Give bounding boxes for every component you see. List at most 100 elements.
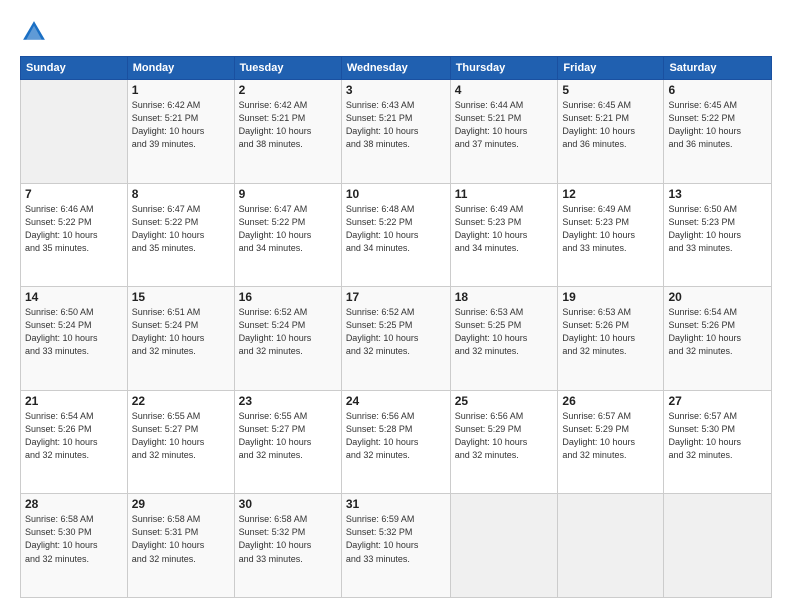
day-cell: 3 Sunrise: 6:43 AM Sunset: 5:21 PM Daylig…	[341, 80, 450, 184]
calendar-body: 1 Sunrise: 6:42 AM Sunset: 5:21 PM Daylig…	[21, 80, 772, 598]
day-cell: 1 Sunrise: 6:42 AM Sunset: 5:21 PM Daylig…	[127, 80, 234, 184]
day-number: 6	[668, 83, 767, 97]
day-number: 21	[25, 394, 123, 408]
header-day-thursday: Thursday	[450, 57, 558, 80]
day-number: 22	[132, 394, 230, 408]
day-cell: 6 Sunrise: 6:45 AM Sunset: 5:22 PM Daylig…	[664, 80, 772, 184]
day-cell: 20Sunrise: 6:54 AM Sunset: 5:26 PM Dayli…	[664, 287, 772, 391]
day-info: Sunrise: 6:57 AM Sunset: 5:30 PM Dayligh…	[668, 410, 767, 462]
day-number: 10	[346, 187, 446, 201]
header-day-sunday: Sunday	[21, 57, 128, 80]
day-number: 16	[239, 290, 337, 304]
day-cell: 16 Sunrise: 6:52 AM Sunset: 5:24 PM Dayli…	[234, 287, 341, 391]
day-cell: 7 Sunrise: 6:46 AM Sunset: 5:22 PM Daylig…	[21, 183, 128, 287]
header-day-tuesday: Tuesday	[234, 57, 341, 80]
day-number: 15	[132, 290, 230, 304]
day-cell	[450, 494, 558, 598]
header-day-monday: Monday	[127, 57, 234, 80]
day-cell: 2 Sunrise: 6:42 AM Sunset: 5:21 PM Daylig…	[234, 80, 341, 184]
day-info: Sunrise: 6:58 AM Sunset: 5:32 PM Dayligh…	[239, 513, 337, 565]
day-cell: 27 Sunrise: 6:57 AM Sunset: 5:30 PM Dayli…	[664, 390, 772, 494]
day-cell: 17 Sunrise: 6:52 AM Sunset: 5:25 PM Dayli…	[341, 287, 450, 391]
day-cell: 28 Sunrise: 6:58 AM Sunset: 5:30 PM Dayli…	[21, 494, 128, 598]
calendar-header: SundayMondayTuesdayWednesdayThursdayFrid…	[21, 57, 772, 80]
day-cell: 22 Sunrise: 6:55 AM Sunset: 5:27 PM Dayli…	[127, 390, 234, 494]
day-number: 12	[562, 187, 659, 201]
day-number: 7	[25, 187, 123, 201]
page: SundayMondayTuesdayWednesdayThursdayFrid…	[0, 0, 792, 612]
day-number: 9	[239, 187, 337, 201]
day-number: 24	[346, 394, 446, 408]
day-cell: 14Sunrise: 6:50 AM Sunset: 5:24 PM Dayli…	[21, 287, 128, 391]
day-number: 4	[455, 83, 554, 97]
day-info: Sunrise: 6:46 AM Sunset: 5:22 PM Dayligh…	[25, 203, 123, 255]
day-info: Sunrise: 6:47 AM Sunset: 5:22 PM Dayligh…	[239, 203, 337, 255]
day-info: Sunrise: 6:55 AM Sunset: 5:27 PM Dayligh…	[132, 410, 230, 462]
header-day-wednesday: Wednesday	[341, 57, 450, 80]
day-cell: 13 Sunrise: 6:50 AM Sunset: 5:23 PM Dayli…	[664, 183, 772, 287]
day-number: 25	[455, 394, 554, 408]
day-cell: 30Sunrise: 6:58 AM Sunset: 5:32 PM Dayli…	[234, 494, 341, 598]
day-cell: 24Sunrise: 6:56 AM Sunset: 5:28 PM Dayli…	[341, 390, 450, 494]
day-number: 5	[562, 83, 659, 97]
day-info: Sunrise: 6:45 AM Sunset: 5:22 PM Dayligh…	[668, 99, 767, 151]
day-number: 11	[455, 187, 554, 201]
day-cell: 21 Sunrise: 6:54 AM Sunset: 5:26 PM Dayli…	[21, 390, 128, 494]
day-number: 19	[562, 290, 659, 304]
day-number: 13	[668, 187, 767, 201]
day-number: 27	[668, 394, 767, 408]
day-info: Sunrise: 6:51 AM Sunset: 5:24 PM Dayligh…	[132, 306, 230, 358]
day-info: Sunrise: 6:52 AM Sunset: 5:24 PM Dayligh…	[239, 306, 337, 358]
day-info: Sunrise: 6:45 AM Sunset: 5:21 PM Dayligh…	[562, 99, 659, 151]
day-number: 2	[239, 83, 337, 97]
day-cell	[558, 494, 664, 598]
day-number: 31	[346, 497, 446, 511]
day-info: Sunrise: 6:42 AM Sunset: 5:21 PM Dayligh…	[132, 99, 230, 151]
day-info: Sunrise: 6:42 AM Sunset: 5:21 PM Dayligh…	[239, 99, 337, 151]
day-info: Sunrise: 6:49 AM Sunset: 5:23 PM Dayligh…	[562, 203, 659, 255]
day-number: 20	[668, 290, 767, 304]
day-info: Sunrise: 6:58 AM Sunset: 5:31 PM Dayligh…	[132, 513, 230, 565]
day-cell: 12 Sunrise: 6:49 AM Sunset: 5:23 PM Dayli…	[558, 183, 664, 287]
logo	[20, 18, 52, 46]
day-cell: 18Sunrise: 6:53 AM Sunset: 5:25 PM Dayli…	[450, 287, 558, 391]
day-number: 28	[25, 497, 123, 511]
day-cell: 4 Sunrise: 6:44 AM Sunset: 5:21 PM Daylig…	[450, 80, 558, 184]
day-number: 26	[562, 394, 659, 408]
day-info: Sunrise: 6:47 AM Sunset: 5:22 PM Dayligh…	[132, 203, 230, 255]
day-info: Sunrise: 6:59 AM Sunset: 5:32 PM Dayligh…	[346, 513, 446, 565]
week-row-2: 7 Sunrise: 6:46 AM Sunset: 5:22 PM Daylig…	[21, 183, 772, 287]
day-info: Sunrise: 6:52 AM Sunset: 5:25 PM Dayligh…	[346, 306, 446, 358]
day-cell: 15 Sunrise: 6:51 AM Sunset: 5:24 PM Dayli…	[127, 287, 234, 391]
day-number: 17	[346, 290, 446, 304]
day-number: 23	[239, 394, 337, 408]
day-cell: 10Sunrise: 6:48 AM Sunset: 5:22 PM Dayli…	[341, 183, 450, 287]
day-info: Sunrise: 6:58 AM Sunset: 5:30 PM Dayligh…	[25, 513, 123, 565]
day-cell	[21, 80, 128, 184]
day-cell: 9 Sunrise: 6:47 AM Sunset: 5:22 PM Daylig…	[234, 183, 341, 287]
day-info: Sunrise: 6:44 AM Sunset: 5:21 PM Dayligh…	[455, 99, 554, 151]
day-cell: 5 Sunrise: 6:45 AM Sunset: 5:21 PM Daylig…	[558, 80, 664, 184]
day-number: 3	[346, 83, 446, 97]
day-cell: 25 Sunrise: 6:56 AM Sunset: 5:29 PM Dayli…	[450, 390, 558, 494]
day-number: 14	[25, 290, 123, 304]
day-info: Sunrise: 6:54 AM Sunset: 5:26 PM Dayligh…	[25, 410, 123, 462]
day-cell: 26Sunrise: 6:57 AM Sunset: 5:29 PM Dayli…	[558, 390, 664, 494]
day-info: Sunrise: 6:56 AM Sunset: 5:29 PM Dayligh…	[455, 410, 554, 462]
week-row-3: 14Sunrise: 6:50 AM Sunset: 5:24 PM Dayli…	[21, 287, 772, 391]
day-number: 8	[132, 187, 230, 201]
day-number: 1	[132, 83, 230, 97]
day-cell: 29Sunrise: 6:58 AM Sunset: 5:31 PM Dayli…	[127, 494, 234, 598]
day-cell: 31 Sunrise: 6:59 AM Sunset: 5:32 PM Dayli…	[341, 494, 450, 598]
week-row-1: 1 Sunrise: 6:42 AM Sunset: 5:21 PM Daylig…	[21, 80, 772, 184]
header	[20, 18, 772, 46]
day-cell: 19Sunrise: 6:53 AM Sunset: 5:26 PM Dayli…	[558, 287, 664, 391]
day-info: Sunrise: 6:55 AM Sunset: 5:27 PM Dayligh…	[239, 410, 337, 462]
header-day-friday: Friday	[558, 57, 664, 80]
header-row: SundayMondayTuesdayWednesdayThursdayFrid…	[21, 57, 772, 80]
day-info: Sunrise: 6:43 AM Sunset: 5:21 PM Dayligh…	[346, 99, 446, 151]
day-cell: 23 Sunrise: 6:55 AM Sunset: 5:27 PM Dayli…	[234, 390, 341, 494]
day-info: Sunrise: 6:50 AM Sunset: 5:23 PM Dayligh…	[668, 203, 767, 255]
day-info: Sunrise: 6:49 AM Sunset: 5:23 PM Dayligh…	[455, 203, 554, 255]
logo-icon	[20, 18, 48, 46]
